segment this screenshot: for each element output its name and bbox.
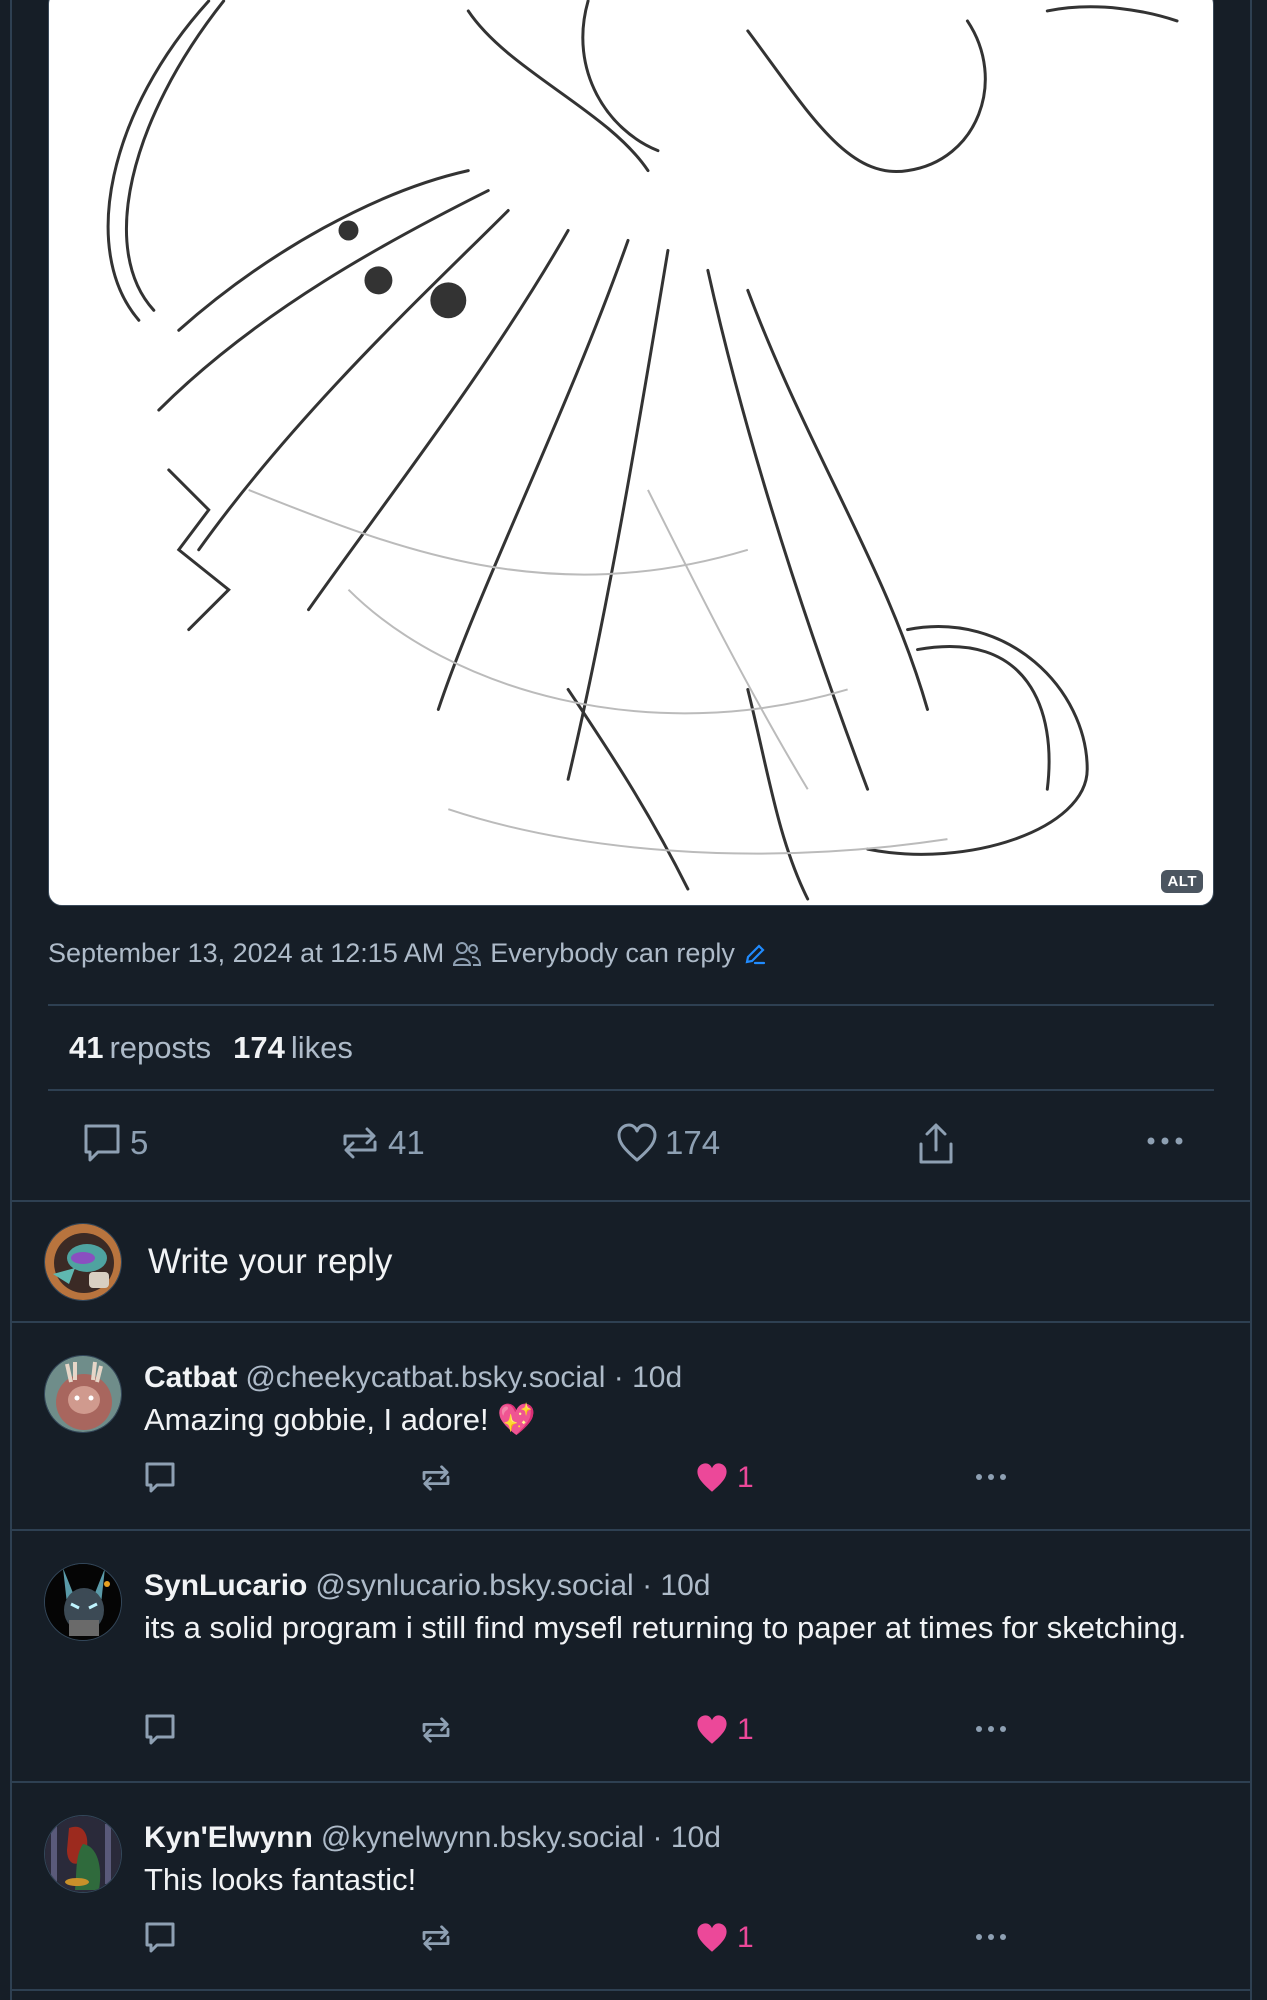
reply-icon: [84, 1124, 120, 1162]
ellipsis-icon: [976, 1934, 1006, 1940]
reply-composer[interactable]: Write your reply: [10, 1202, 1252, 1322]
reply-actions: 1: [10, 1713, 1252, 1753]
divider: [10, 1989, 1252, 1991]
reply-text: Amazing gobbie, I adore! 💖: [144, 1402, 536, 1437]
reply-header: SynLucario @synlucario.bsky.social · 10d: [144, 1569, 710, 1603]
reply-button[interactable]: 5: [82, 1122, 148, 1164]
reply-display-name[interactable]: Kyn'Elwynn: [144, 1821, 313, 1854]
like-button[interactable]: 1: [695, 1713, 754, 1747]
reply-display-name[interactable]: SynLucario: [144, 1569, 307, 1602]
like-count: 1: [737, 1461, 754, 1494]
more-options-button[interactable]: [972, 1471, 1010, 1483]
likes-count: 174: [233, 1030, 285, 1065]
heart-icon: [617, 1123, 657, 1162]
reply-handle[interactable]: @kynelwynn.bsky.social: [321, 1821, 644, 1854]
share-icon: [919, 1123, 953, 1164]
reply-button[interactable]: [144, 1461, 176, 1495]
like-count: 1: [737, 1713, 754, 1746]
heart-filled-icon: [697, 1715, 727, 1744]
current-user-avatar: [44, 1223, 122, 1301]
post-stats: 41 reposts 174 likes: [69, 1030, 353, 1066]
alt-text-badge[interactable]: ALT: [1161, 870, 1203, 893]
repost-button[interactable]: [420, 1461, 452, 1495]
reply-age[interactable]: 10d: [632, 1361, 682, 1394]
reply-author-avatar[interactable]: [44, 1563, 122, 1641]
repost-icon: [422, 1925, 450, 1951]
reply-text: its a solid program i still find mysefl …: [144, 1610, 1187, 1645]
sketch-illustration: [106, 0, 1179, 901]
ellipsis-icon: [1147, 1137, 1183, 1145]
people-icon: [452, 940, 482, 968]
reply-age[interactable]: 10d: [660, 1569, 710, 1602]
reply-count: 5: [130, 1124, 149, 1161]
reply-handle[interactable]: @cheekycatbat.bsky.social: [245, 1361, 605, 1394]
like-button[interactable]: 1: [695, 1921, 754, 1955]
reply-input[interactable]: Write your reply: [148, 1242, 392, 1282]
repost-count: 41: [388, 1124, 425, 1161]
separator-dot: ·: [652, 1821, 663, 1854]
ellipsis-icon: [976, 1474, 1006, 1480]
reply-icon: [145, 1462, 175, 1493]
divider: [48, 1004, 1214, 1006]
like-count: 1: [737, 1921, 754, 1954]
reply-author-avatar[interactable]: [44, 1355, 122, 1433]
repost-button[interactable]: [420, 1921, 452, 1955]
repost-icon: [422, 1717, 450, 1743]
reply-item[interactable]: SynLucario @synlucario.bsky.social · 10d …: [10, 1531, 1252, 1781]
reply-text: This looks fantastic!: [144, 1862, 417, 1897]
post-timestamp[interactable]: September 13, 2024 at 12:15 AM: [48, 938, 444, 969]
heart-filled-icon: [697, 1463, 727, 1492]
repost-button[interactable]: 41: [340, 1122, 425, 1164]
more-options-button[interactable]: [972, 1723, 1010, 1735]
post-meta: September 13, 2024 at 12:15 AM Everybody…: [48, 938, 767, 969]
reply-item[interactable]: Kyn'Elwynn @kynelwynn.bsky.social · 10d T…: [10, 1783, 1252, 1989]
likes-stat[interactable]: 174 likes: [233, 1030, 353, 1066]
post-image[interactable]: ALT: [48, 0, 1214, 906]
edit-pencil-icon[interactable]: [743, 942, 767, 966]
reply-actions: 1: [10, 1921, 1252, 1961]
reply-setting-label: Everybody can reply: [490, 938, 735, 968]
divider: [48, 1089, 1214, 1091]
like-button[interactable]: 1: [695, 1461, 754, 1495]
reply-button[interactable]: [144, 1921, 176, 1955]
reply-header: Kyn'Elwynn @kynelwynn.bsky.social · 10d: [144, 1821, 721, 1855]
repost-icon: [422, 1465, 450, 1491]
reposts-count: 41: [69, 1030, 104, 1065]
share-button[interactable]: [916, 1122, 956, 1166]
reply-item[interactable]: Catbat @cheekycatbat.bsky.social · 10d Am…: [10, 1323, 1252, 1529]
like-count: 174: [665, 1124, 721, 1161]
likes-label: likes: [290, 1030, 353, 1065]
reply-icon: [145, 1714, 175, 1745]
separator-dot: ·: [642, 1569, 653, 1602]
reply-handle[interactable]: @synlucario.bsky.social: [315, 1569, 633, 1602]
repost-icon: [343, 1127, 377, 1159]
more-options-button[interactable]: [1145, 1134, 1185, 1148]
reposts-stat[interactable]: 41 reposts: [69, 1030, 211, 1066]
separator-dot: ·: [613, 1361, 624, 1394]
reply-button[interactable]: [144, 1713, 176, 1747]
reply-header: Catbat @cheekycatbat.bsky.social · 10d: [144, 1361, 682, 1395]
reply-actions: 1: [10, 1461, 1252, 1501]
post-actions: 5 41 174: [0, 1120, 1267, 1170]
heart-filled-icon: [697, 1923, 727, 1952]
reply-icon: [145, 1922, 175, 1953]
reply-display-name[interactable]: Catbat: [144, 1361, 237, 1394]
reposts-label: reposts: [109, 1030, 212, 1065]
repost-button[interactable]: [420, 1713, 452, 1747]
reply-author-avatar[interactable]: [44, 1815, 122, 1893]
reply-age[interactable]: 10d: [671, 1821, 721, 1854]
ellipsis-icon: [976, 1726, 1006, 1732]
like-button[interactable]: 174: [617, 1122, 720, 1164]
more-options-button[interactable]: [972, 1931, 1010, 1943]
